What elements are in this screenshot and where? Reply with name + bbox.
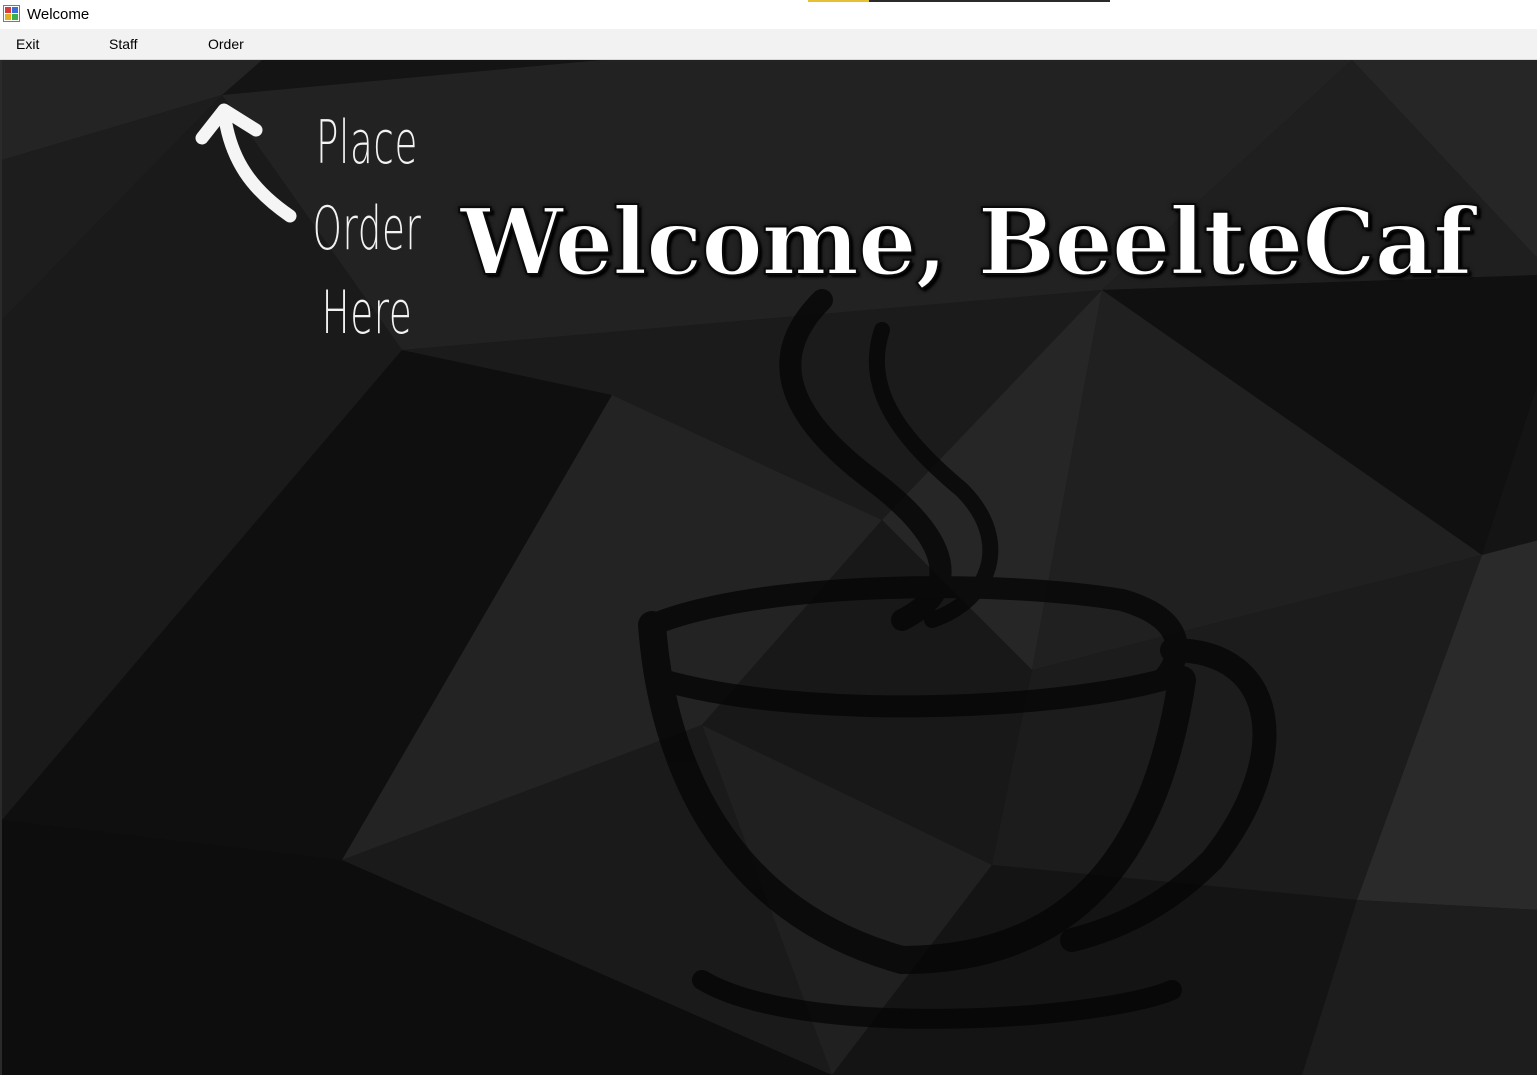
welcome-panel: Place Order Here Welcome, BeelteCaf (0, 60, 1537, 1075)
hint-line-place: Place (315, 108, 419, 178)
app-window: Welcome Exit Staff Order Place Order Her… (0, 0, 1537, 1075)
hint-line-order: Order (312, 194, 422, 264)
title-bar: Welcome (0, 0, 1537, 29)
hint-line-here: Here (321, 278, 413, 348)
title-accent-strip (808, 0, 869, 2)
app-icon (3, 5, 20, 22)
welcome-heading: Welcome, BeelteCaf (459, 187, 1474, 297)
title-accent-strip-dark (869, 0, 1110, 2)
menu-item-order[interactable]: Order (202, 29, 250, 59)
window-title: Welcome (27, 6, 90, 23)
menu-item-exit[interactable]: Exit (10, 29, 45, 59)
menu-bar: Exit Staff Order (0, 29, 1537, 60)
menu-item-staff[interactable]: Staff (103, 29, 144, 59)
